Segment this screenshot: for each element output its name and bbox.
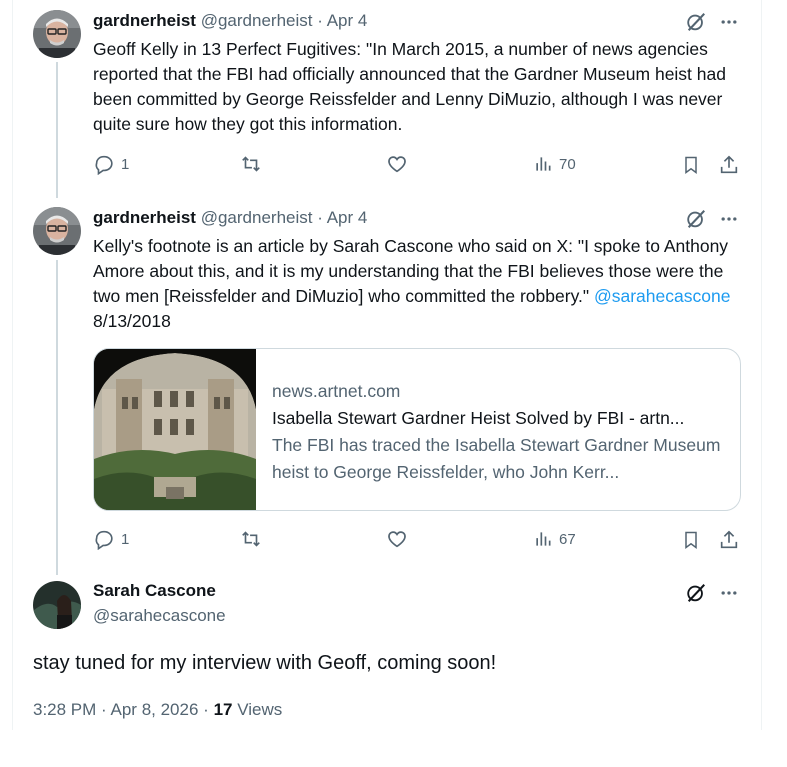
like-button[interactable] xyxy=(386,528,414,550)
views-count: 70 xyxy=(559,155,576,173)
card-title[interactable]: Isabella Stewart Gardner Heist Solved by… xyxy=(272,405,727,432)
repost-button[interactable] xyxy=(239,528,269,550)
views-button[interactable]: 70 xyxy=(533,153,576,175)
share-icon[interactable] xyxy=(717,528,741,552)
separator: · xyxy=(317,208,323,227)
card-body: news.artnet.com Isabella Stewart Gardner… xyxy=(272,378,727,486)
more-icon[interactable] xyxy=(717,581,741,605)
mention-link[interactable]: @sarahecascone xyxy=(594,286,730,306)
views-count: 67 xyxy=(559,530,576,548)
author-name[interactable]: gardnerheist xyxy=(93,11,196,30)
bookmark-icon[interactable] xyxy=(679,153,703,177)
reply-icon xyxy=(95,530,113,550)
separator: · xyxy=(101,700,107,719)
reply-count: 1 xyxy=(121,155,130,173)
tweet-text: Geoff Kelly in 13 Perfect Fugitives: "In… xyxy=(93,39,726,134)
views-icon xyxy=(536,532,551,546)
views-button[interactable]: 67 xyxy=(533,528,576,550)
author-handle[interactable]: @gardnerheist xyxy=(201,208,313,227)
like-button[interactable] xyxy=(386,153,414,175)
tweet-header: gardnerheist @gardnerheist · Apr 4 xyxy=(93,207,367,229)
tweet-date[interactable]: Apr 4 xyxy=(327,11,368,30)
thread-line xyxy=(56,62,58,198)
views-label: Views xyxy=(237,700,283,719)
card-domain[interactable]: news.artnet.com xyxy=(272,378,727,405)
reply-count: 1 xyxy=(121,530,130,548)
grok-icon[interactable] xyxy=(684,10,708,34)
tweet-time[interactable]: 3:28 PM xyxy=(33,700,96,719)
tweet-header: gardnerheist @gardnerheist · Apr 4 xyxy=(93,10,367,32)
bookmark-icon[interactable] xyxy=(679,528,703,552)
views-icon xyxy=(536,157,551,171)
avatar[interactable] xyxy=(33,207,81,255)
reply-button[interactable]: 1 xyxy=(93,153,129,175)
repost-icon xyxy=(242,156,260,172)
avatar[interactable] xyxy=(33,581,81,629)
more-icon[interactable] xyxy=(717,207,741,231)
grok-icon[interactable] xyxy=(684,581,708,605)
repost-icon xyxy=(242,531,260,547)
card-description: The FBI has traced the Isabella Stewart … xyxy=(272,435,721,482)
tweet-text-suffix: 8/13/2018 xyxy=(93,311,171,331)
tweet-date[interactable]: Apr 4 xyxy=(327,208,368,227)
views-count: 17 xyxy=(213,700,233,719)
avatar[interactable] xyxy=(33,10,81,58)
share-icon[interactable] xyxy=(717,153,741,177)
link-card[interactable]: news.artnet.com Isabella Stewart Gardner… xyxy=(93,348,741,511)
author-name[interactable]: gardnerheist xyxy=(93,208,196,227)
separator: · xyxy=(317,11,323,30)
like-icon xyxy=(388,156,406,173)
tweet-text: Kelly's footnote is an article by Sarah … xyxy=(93,234,743,334)
reply-icon xyxy=(95,155,113,175)
tweet-text: stay tuned for my interview with Geoff, … xyxy=(33,652,497,674)
like-icon xyxy=(388,531,406,548)
repost-button[interactable] xyxy=(239,153,269,175)
separator: · xyxy=(203,700,209,719)
reply-button[interactable]: 1 xyxy=(93,528,129,550)
tweet-meta: 3:28 PM · Apr 8, 2026 · 17 Views xyxy=(33,700,282,720)
author-name[interactable]: Sarah Cascone xyxy=(93,581,216,601)
tweet-date[interactable]: Apr 8, 2026 xyxy=(111,700,199,719)
author-handle[interactable]: @gardnerheist xyxy=(201,11,313,30)
thread-line xyxy=(56,260,58,575)
grok-icon[interactable] xyxy=(684,207,708,231)
more-icon[interactable] xyxy=(717,10,741,34)
card-image xyxy=(94,349,256,510)
author-handle[interactable]: @sarahecascone xyxy=(93,606,226,626)
